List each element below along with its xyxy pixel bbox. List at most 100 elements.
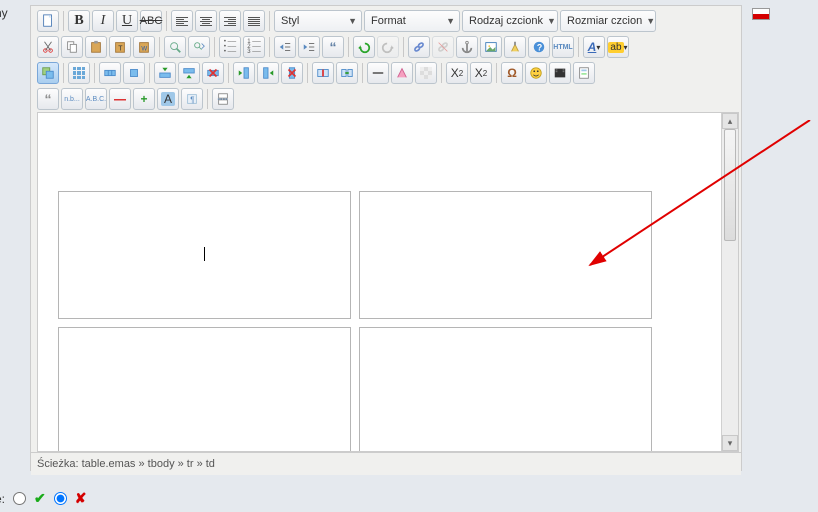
- svg-text:?: ?: [537, 43, 542, 53]
- row-delete-button[interactable]: [202, 62, 224, 84]
- indent-button[interactable]: [298, 36, 320, 58]
- underline-button[interactable]: U: [116, 10, 138, 32]
- table-cell[interactable]: [58, 191, 351, 319]
- rich-text-editor: B I U ABC Styl▼ Format▼ Rodzaj czcionk▼ …: [30, 5, 742, 471]
- field-label-left: ny: [0, 6, 8, 20]
- paste-word-button[interactable]: W: [133, 36, 155, 58]
- row-insert-after-button[interactable]: [178, 62, 200, 84]
- style-select[interactable]: Styl▼: [274, 10, 362, 32]
- vertical-scrollbar[interactable]: ▴ ▾: [721, 113, 738, 451]
- col-insert-before-button[interactable]: [233, 62, 255, 84]
- check-icon: ✔: [34, 490, 46, 507]
- format-select[interactable]: Format▼: [364, 10, 460, 32]
- content-table[interactable]: [50, 183, 660, 451]
- pagebreak-button[interactable]: [212, 88, 234, 110]
- ordered-list-button[interactable]: 1 ──2 ──3 ──: [243, 36, 265, 58]
- table-row[interactable]: [58, 191, 652, 319]
- editor-content[interactable]: ▴ ▾: [37, 112, 739, 452]
- svg-text:T: T: [118, 46, 123, 53]
- template-button[interactable]: [573, 62, 595, 84]
- background-color-button[interactable]: ab▾: [607, 36, 629, 58]
- align-center-button[interactable]: [195, 10, 217, 32]
- source-button[interactable]: HTML: [552, 36, 574, 58]
- element-path[interactable]: Ścieżka: table.emas » tbody » tr » td: [37, 458, 215, 470]
- radio-no[interactable]: [54, 492, 67, 505]
- align-left-button[interactable]: [171, 10, 193, 32]
- table-cell-props-button[interactable]: [123, 62, 145, 84]
- italic-button[interactable]: I: [92, 10, 114, 32]
- table-cell[interactable]: [359, 327, 652, 451]
- scroll-down-button[interactable]: ▾: [722, 435, 738, 451]
- table-cell[interactable]: [58, 327, 351, 451]
- toolbar-row-1: B I U ABC Styl▼ Format▼ Rodzaj czcionk▼ …: [37, 8, 735, 34]
- col-insert-after-button[interactable]: [257, 62, 279, 84]
- visual-aid-button[interactable]: [415, 62, 437, 84]
- scroll-thumb[interactable]: [724, 129, 736, 241]
- outdent-button[interactable]: [274, 36, 296, 58]
- table-row[interactable]: [58, 327, 652, 451]
- media-button[interactable]: [549, 62, 571, 84]
- delete-tag-button[interactable]: —: [109, 88, 131, 110]
- superscript-button[interactable]: X2: [470, 62, 492, 84]
- paste-text-button[interactable]: T: [109, 36, 131, 58]
- align-justify-button[interactable]: [243, 10, 265, 32]
- chevron-down-icon: ▼: [348, 16, 357, 26]
- link-button[interactable]: [408, 36, 430, 58]
- table-row-props-button[interactable]: [99, 62, 121, 84]
- toolbar-row-3: X2 X2 Ω: [37, 60, 735, 86]
- table-cell[interactable]: [359, 191, 652, 319]
- field-label-bottom: e:: [0, 492, 5, 506]
- bold-button[interactable]: B: [68, 10, 90, 32]
- cite-button[interactable]: “: [37, 88, 59, 110]
- cell-merge-button[interactable]: [336, 62, 358, 84]
- cleanup-button[interactable]: [504, 36, 526, 58]
- unordered-list-button[interactable]: • ──• ──• ──: [219, 36, 241, 58]
- scroll-track[interactable]: [722, 129, 738, 435]
- insert-tag-button[interactable]: +: [133, 88, 155, 110]
- text-cursor: [204, 247, 205, 261]
- bottom-field-row: e: ✔ ✘: [0, 490, 86, 507]
- svg-text:W: W: [141, 46, 147, 53]
- redo-button: [377, 36, 399, 58]
- paste-button[interactable]: [85, 36, 107, 58]
- hr-button[interactable]: [367, 62, 389, 84]
- chevron-down-icon: ▼: [547, 16, 556, 26]
- new-document-button[interactable]: [37, 10, 59, 32]
- subscript-button[interactable]: X2: [446, 62, 468, 84]
- emoticons-button[interactable]: [525, 62, 547, 84]
- font-size-select[interactable]: Rozmiar czcion▼: [560, 10, 656, 32]
- font-family-select[interactable]: Rodzaj czcionk▼: [462, 10, 558, 32]
- attributes-button[interactable]: A: [157, 88, 179, 110]
- anchor-button[interactable]: [456, 36, 478, 58]
- copy-button[interactable]: [61, 36, 83, 58]
- status-bar: Ścieżka: table.emas » tbody » tr » td: [31, 452, 741, 475]
- undo-button[interactable]: [353, 36, 375, 58]
- table-insert-button[interactable]: [68, 62, 90, 84]
- align-right-button[interactable]: [219, 10, 241, 32]
- find-button[interactable]: [164, 36, 186, 58]
- toolbar-row-2: T W • ──• ──• ── 1 ──2 ──3 ── “ ? HTML: [37, 34, 735, 60]
- cell-split-button[interactable]: [312, 62, 334, 84]
- unlink-button: [432, 36, 454, 58]
- col-delete-button[interactable]: [281, 62, 303, 84]
- radio-yes[interactable]: [13, 492, 26, 505]
- locale-flag-icon[interactable]: [752, 8, 770, 20]
- scroll-up-button[interactable]: ▴: [722, 113, 738, 129]
- visual-chars-button[interactable]: ¶: [181, 88, 203, 110]
- special-char-button[interactable]: Ω: [501, 62, 523, 84]
- cut-button[interactable]: [37, 36, 59, 58]
- remove-format-button[interactable]: [391, 62, 413, 84]
- toolbar: B I U ABC Styl▼ Format▼ Rodzaj czcionk▼ …: [31, 6, 741, 112]
- image-button[interactable]: [480, 36, 502, 58]
- replace-button[interactable]: [188, 36, 210, 58]
- help-button[interactable]: ?: [528, 36, 550, 58]
- layer-button[interactable]: [37, 62, 59, 84]
- nbsp-button[interactable]: n.b...: [61, 88, 83, 110]
- toolbar-row-4: “ n.b... A.B.C. — + A ¶: [37, 86, 735, 112]
- text-color-button[interactable]: A▾: [583, 36, 605, 58]
- row-insert-before-button[interactable]: [154, 62, 176, 84]
- strikethrough-button[interactable]: ABC: [140, 10, 162, 32]
- acronym-button[interactable]: A.B.C.: [85, 88, 107, 110]
- chevron-down-icon: ▼: [646, 16, 655, 26]
- blockquote-button[interactable]: “: [322, 36, 344, 58]
